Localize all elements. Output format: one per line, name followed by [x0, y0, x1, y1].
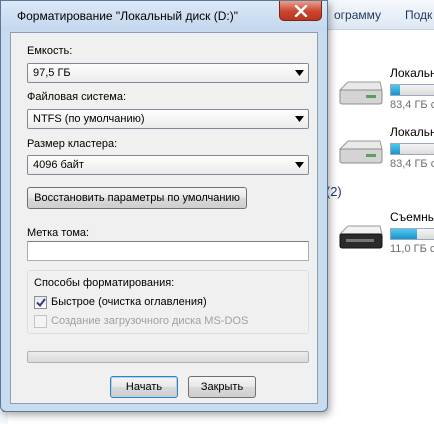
drive-free-space: 11,0 ГБ с	[390, 243, 434, 255]
drive-name: Съемны	[390, 210, 434, 224]
drive-usage-bar	[390, 84, 434, 96]
drive-usage-bar	[390, 228, 434, 240]
drive-free-space: 83,4 ГБ с	[390, 99, 434, 111]
hard-drive-icon	[338, 140, 383, 164]
close-window-button[interactable]	[279, 1, 322, 21]
drive-usage-fill	[391, 229, 418, 239]
close-button[interactable]: Закрыть	[188, 376, 256, 398]
dropdown-arrow-icon	[295, 70, 304, 76]
format-progress-bar	[27, 351, 309, 363]
drive-free-space: 83,4 ГБ с	[390, 158, 434, 170]
cluster-size-label: Размер кластера:	[27, 138, 118, 150]
dialog-body: Емкость: 97,5 ГБ Файловая система: NTFS …	[10, 32, 318, 404]
drive-usage-fill	[391, 144, 400, 154]
msdos-boot-checkbox	[34, 314, 47, 328]
quick-format-option[interactable]: Быстрое (очистка оглавления)	[34, 295, 207, 309]
msdos-boot-label: Создание загрузочного диска MS-DOS	[51, 315, 249, 327]
drive-usage-bar	[390, 143, 434, 155]
quick-format-label: Быстрое (очистка оглавления)	[51, 296, 207, 308]
filesystem-value: NTFS (по умолчанию)	[33, 113, 145, 125]
toolbar-item-program[interactable]: ограмму	[334, 8, 381, 22]
drive-usage-fill	[391, 85, 400, 95]
drive-item-removable[interactable]: Съемны 11,0 ГБ с	[334, 210, 434, 260]
dialog-title: Форматирование "Локальный диск (D:)"	[17, 9, 239, 23]
capacity-select[interactable]: 97,5 ГБ	[27, 63, 309, 83]
start-button[interactable]: Начать	[110, 376, 178, 398]
capacity-label: Емкость:	[27, 45, 73, 57]
cluster-size-select[interactable]: 4096 байт	[27, 155, 309, 175]
check-icon	[35, 297, 46, 307]
drive-item-local-d[interactable]: Локальн 83,4 ГБ с	[334, 125, 434, 175]
format-options-group: Способы форматирования: Быстрое (очистка…	[27, 270, 309, 334]
volume-label-input[interactable]	[27, 241, 309, 261]
filesystem-label: Файловая система:	[27, 91, 127, 103]
close-icon	[294, 4, 307, 17]
capacity-value: 97,5 ГБ	[33, 67, 71, 79]
drive-name: Локальн	[390, 125, 434, 139]
volume-label-label: Метка тома:	[27, 227, 90, 239]
quick-format-checkbox[interactable]	[34, 295, 47, 309]
format-dialog: Форматирование "Локальный диск (D:)" Емк…	[0, 0, 328, 412]
format-options-title: Способы форматирования:	[34, 277, 175, 289]
dialog-titlebar[interactable]: Форматирование "Локальный диск (D:)"	[1, 1, 327, 31]
cluster-size-value: 4096 байт	[33, 159, 84, 171]
filesystem-select[interactable]: NTFS (по умолчанию)	[27, 109, 309, 129]
hard-drive-icon	[338, 81, 383, 105]
dropdown-arrow-icon	[295, 162, 304, 168]
msdos-boot-option: Создание загрузочного диска MS-DOS	[34, 314, 248, 328]
toolbar-item-connect[interactable]: Подк	[405, 8, 432, 22]
drive-item-local-c[interactable]: Локальн 83,4 ГБ с	[334, 66, 434, 116]
restore-defaults-button[interactable]: Восстановить параметры по умолчанию	[27, 187, 247, 209]
drive-name: Локальн	[390, 66, 434, 80]
removable-drive-icon	[338, 225, 383, 249]
dropdown-arrow-icon	[295, 116, 304, 122]
